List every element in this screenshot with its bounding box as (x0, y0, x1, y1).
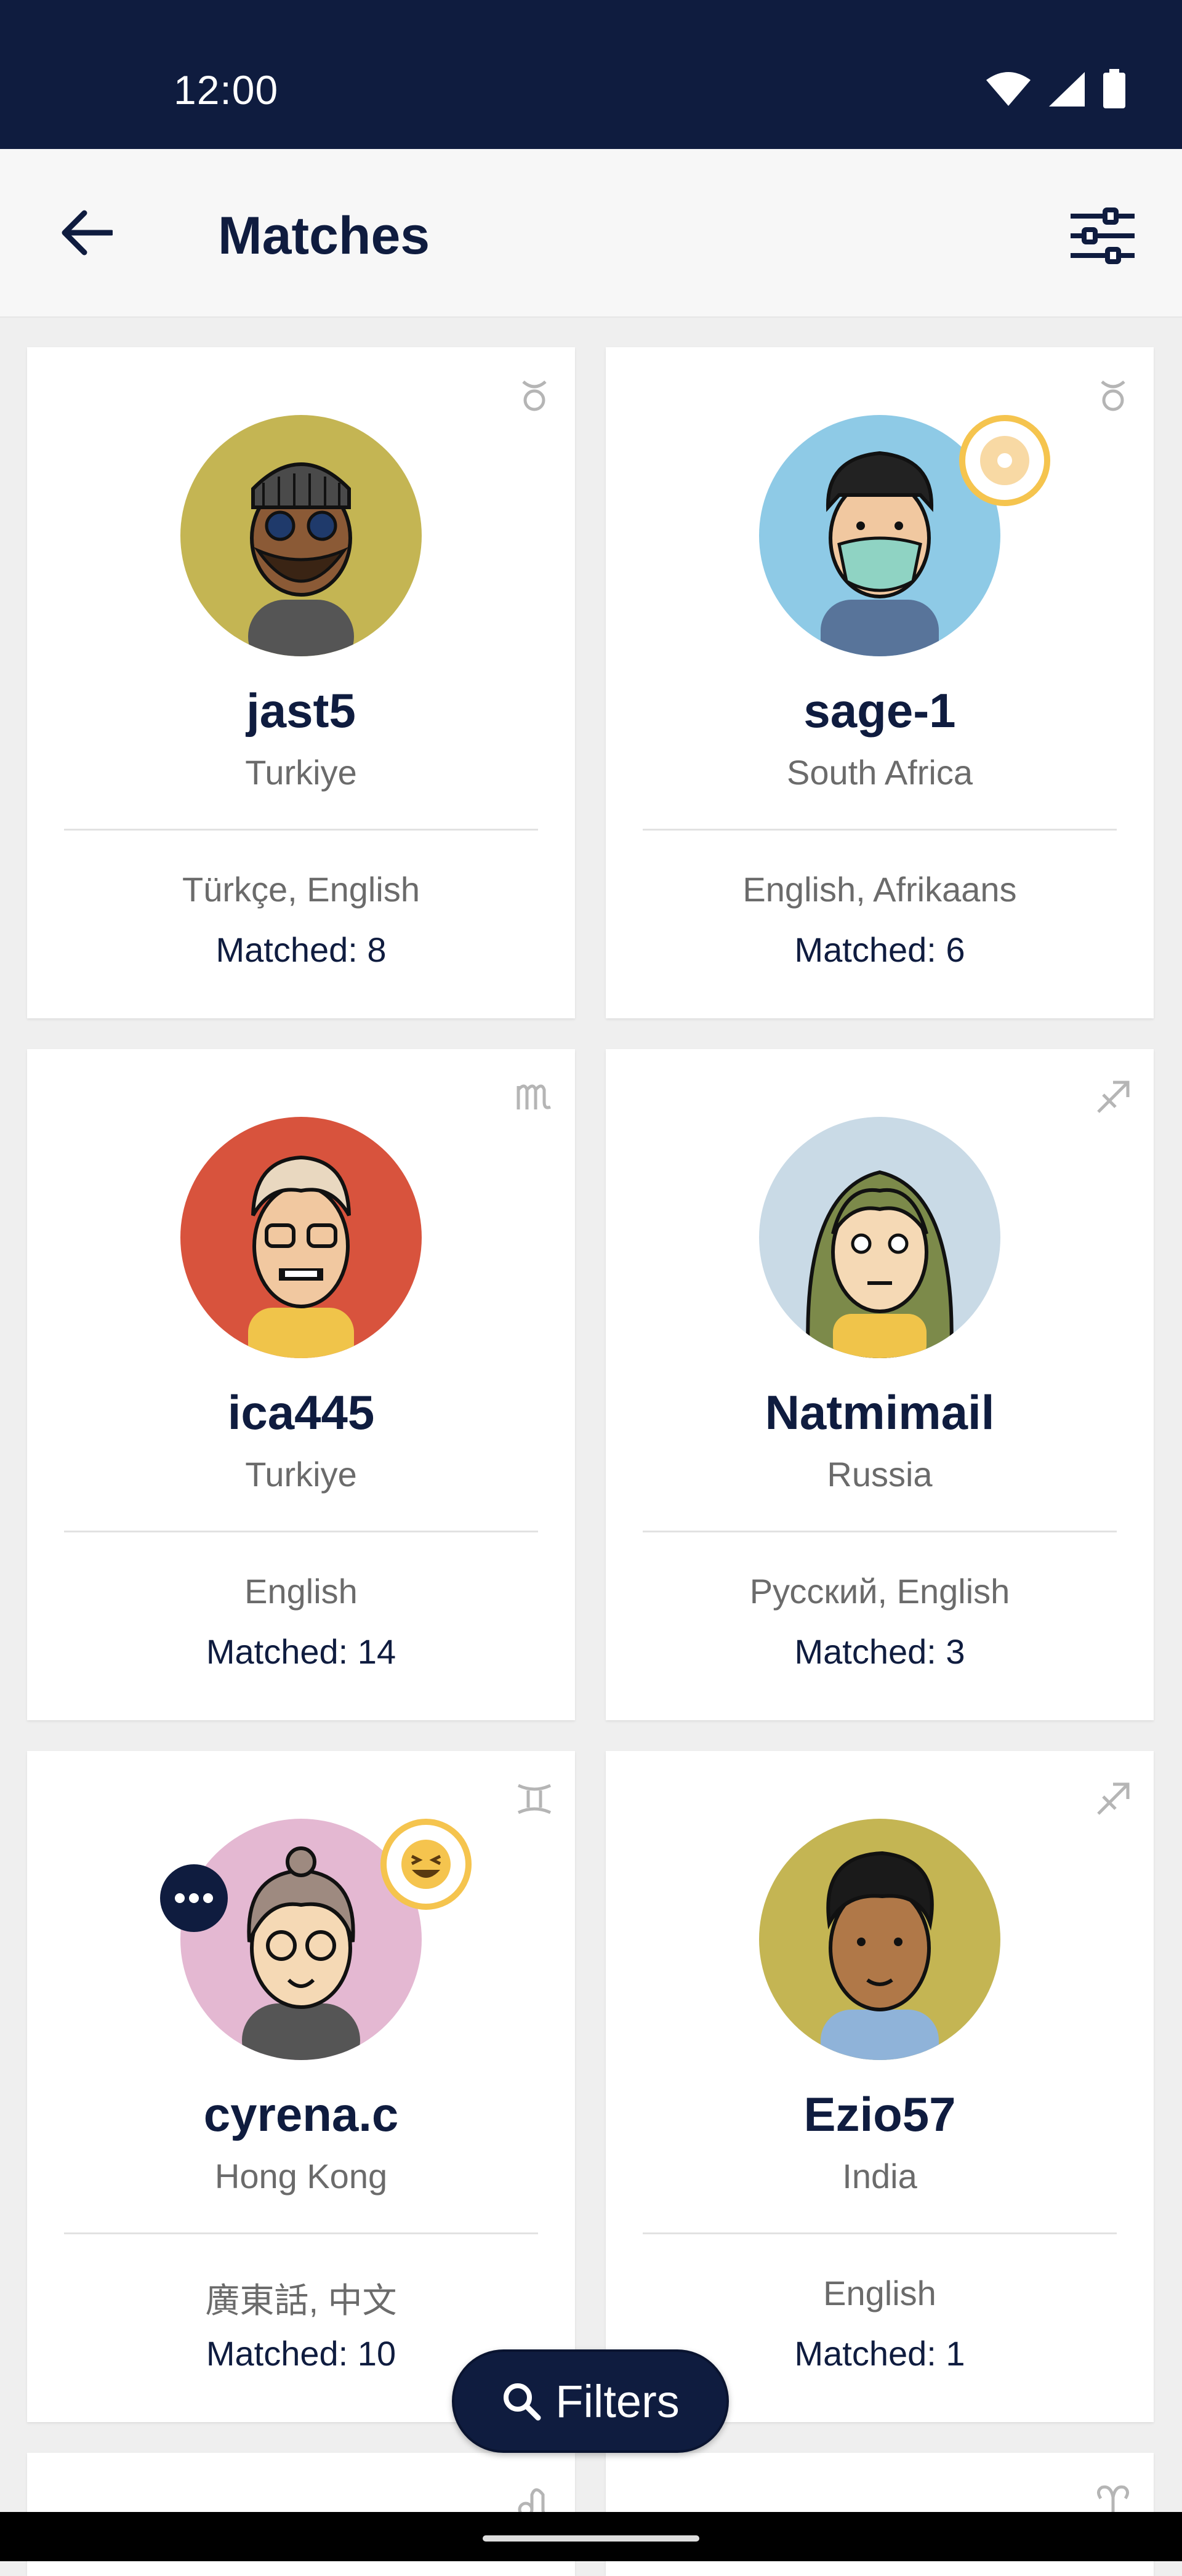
match-languages: Türkçe, English (182, 870, 420, 909)
match-username: sage-1 (803, 683, 956, 738)
arrow-back-icon (62, 210, 113, 256)
match-languages: English (823, 2274, 936, 2312)
signal-icon (1049, 72, 1085, 107)
navigation-bar (0, 2512, 1182, 2561)
avatar (759, 1819, 1000, 2060)
match-country: South Africa (787, 753, 973, 792)
match-languages: English (244, 1572, 358, 1611)
page-title: Matches (218, 206, 430, 265)
zodiac-virgo-icon (516, 1079, 553, 1116)
status-badge (380, 1819, 472, 1910)
match-count: Matched: 3 (794, 1632, 965, 1671)
home-gesture-handle[interactable] (483, 2535, 699, 2542)
app-bar: Matches (0, 149, 1182, 318)
match-languages: English, Afrikaans (742, 870, 1017, 909)
filters-label: Filters (555, 2375, 680, 2427)
match-country: Turkiye (245, 1455, 357, 1494)
match-username: cyrena.c (203, 2087, 399, 2141)
wifi-icon (986, 72, 1031, 106)
divider (64, 1531, 538, 1532)
match-card[interactable]: jast5 Turkiye Türkçe, English Matched: 8 (27, 347, 575, 1018)
divider (64, 829, 538, 831)
match-languages: Русский, English (749, 1572, 1010, 1611)
disc-icon (980, 436, 1029, 485)
match-username: ica445 (227, 1385, 375, 1439)
match-username: Natmimail (765, 1385, 995, 1439)
match-count: Matched: 6 (794, 930, 965, 969)
sliders-icon (1071, 207, 1135, 264)
status-time: 12:00 (174, 67, 279, 113)
match-card[interactable]: ica445 Turkiye English Matched: 14 (27, 1049, 575, 1720)
match-card[interactable]: Natmimail Russia Русский, English Matche… (606, 1049, 1154, 1720)
status-icons (985, 69, 1127, 110)
match-count: Matched: 8 (215, 930, 387, 969)
match-country: India (842, 2157, 917, 2196)
filter-settings-button[interactable] (1069, 202, 1136, 270)
filters-button[interactable]: Filters (452, 2349, 729, 2453)
chat-bubble-icon (160, 1864, 228, 1932)
match-card[interactable]: Ezio57 India English Matched: 1 (606, 1751, 1154, 2422)
status-bar: 12:00 (0, 0, 1182, 149)
avatar (180, 1117, 422, 1358)
zodiac-taurus-icon (1095, 377, 1132, 414)
avatar (180, 415, 422, 656)
divider (643, 829, 1117, 831)
match-username: jast5 (246, 683, 356, 738)
match-country: Turkiye (245, 753, 357, 792)
laughing-emoji-icon (401, 1840, 451, 1889)
zodiac-sagittarius-icon (1095, 1781, 1132, 1817)
battery-icon (1103, 69, 1125, 108)
match-count: Matched: 14 (206, 1632, 396, 1671)
divider (643, 1531, 1117, 1532)
match-card[interactable]: sage-1 South Africa English, Afrikaans M… (606, 347, 1154, 1018)
match-card[interactable]: cyrena.c Hong Kong 廣東話, 中文 Matched: 10 (27, 1751, 575, 2422)
search-icon (504, 2383, 541, 2421)
match-country: Russia (827, 1455, 933, 1494)
avatar (759, 1117, 1000, 1358)
status-badge (959, 415, 1050, 506)
match-username: Ezio57 (803, 2087, 956, 2141)
zodiac-sagittarius-icon (1095, 1079, 1132, 1116)
match-languages: 廣東話, 中文 (205, 2281, 397, 2320)
match-country: Hong Kong (214, 2157, 388, 2196)
back-button[interactable] (55, 202, 117, 264)
zodiac-gemini-icon (516, 1781, 553, 1817)
divider (64, 2232, 538, 2234)
zodiac-taurus-icon (516, 377, 553, 414)
divider (643, 2232, 1117, 2234)
